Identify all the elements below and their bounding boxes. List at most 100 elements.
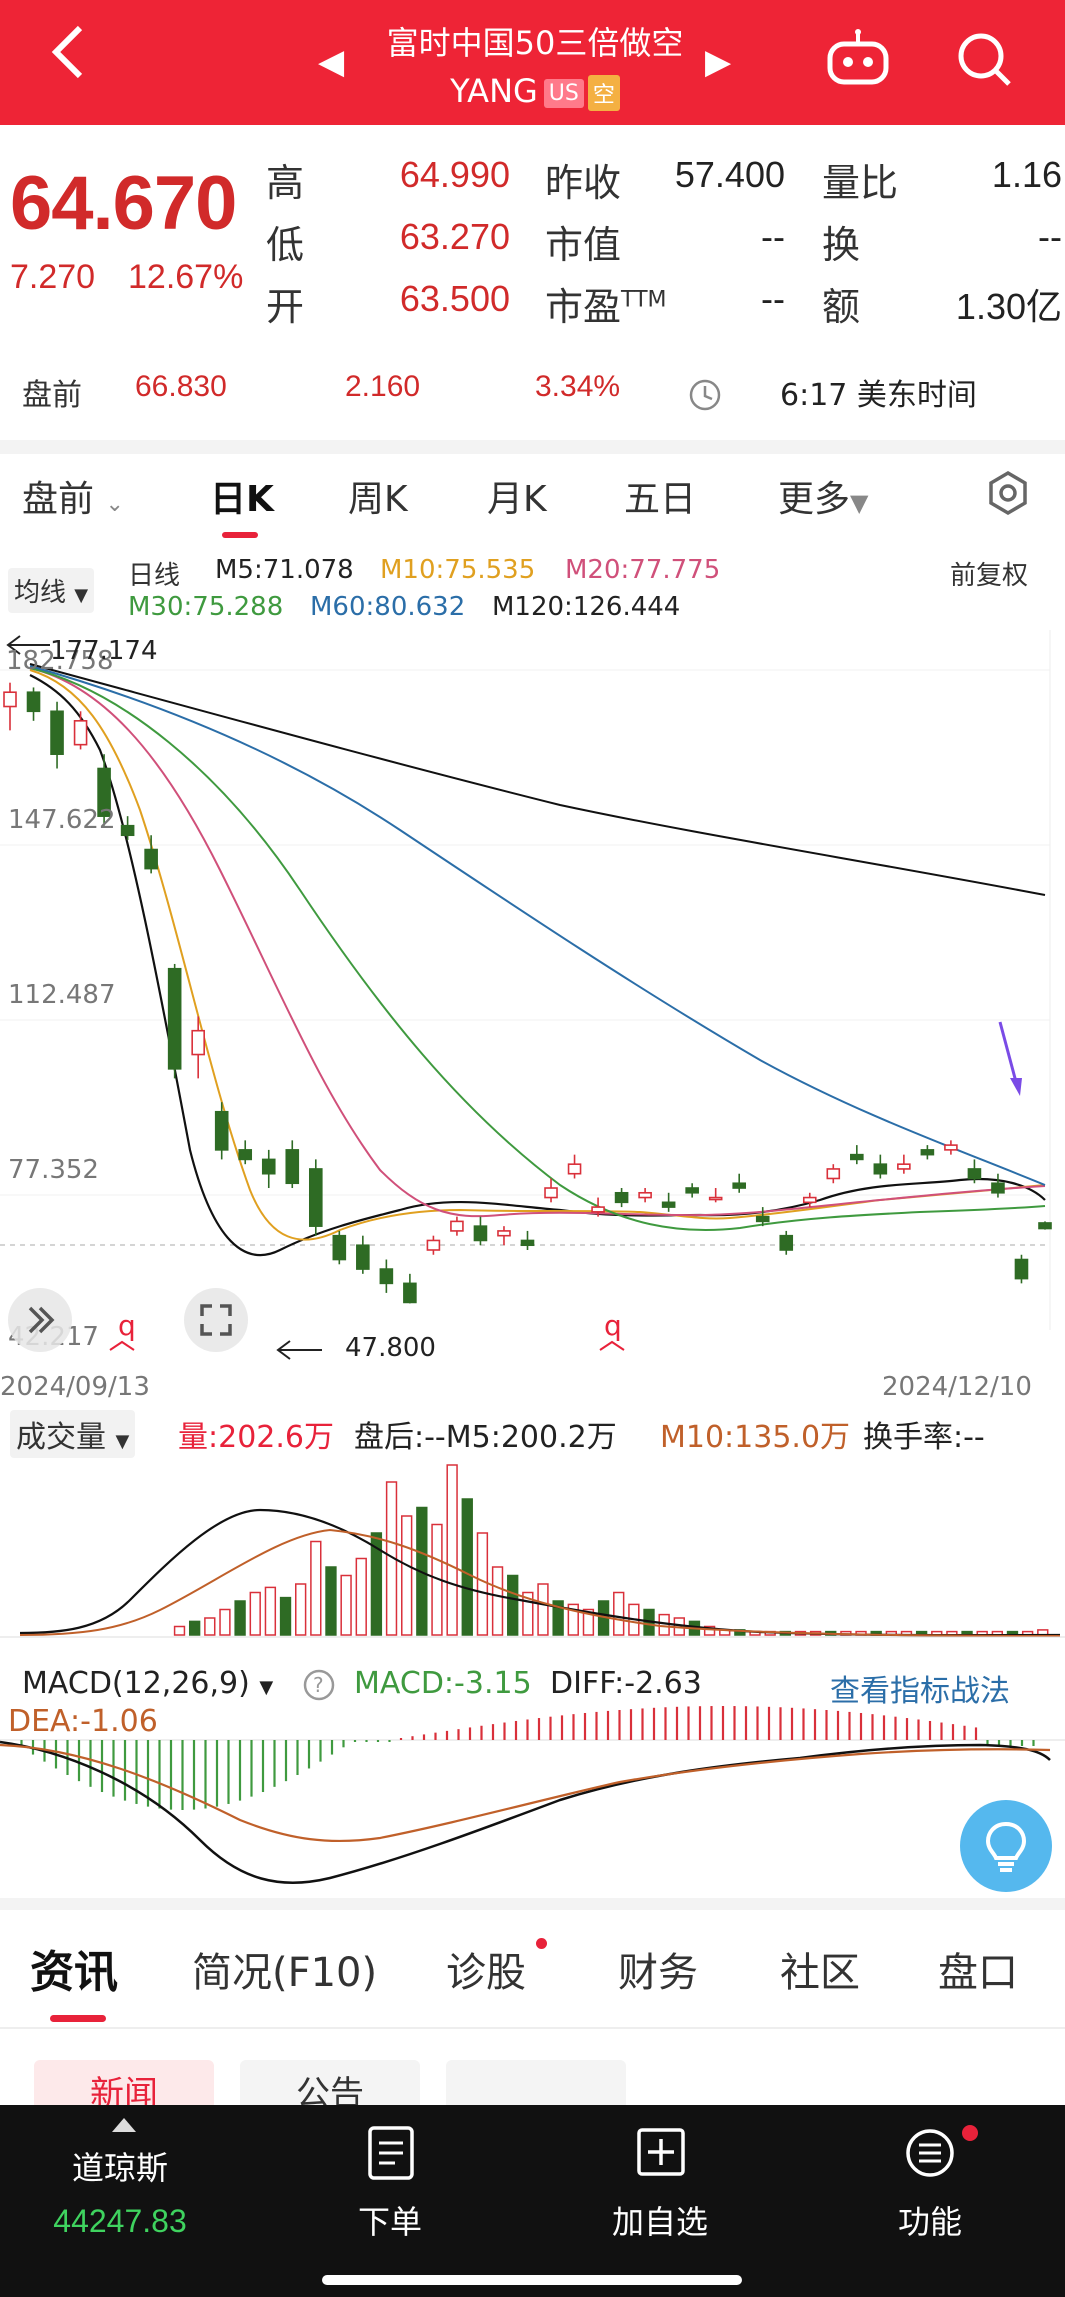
top-bar: ◀ 富时中国50三倍做空 YANG US 空 ▶	[0, 0, 1065, 125]
turnover-value: --	[1038, 216, 1062, 257]
tab-profile[interactable]: 简况(F10)	[192, 1940, 377, 1998]
premarket-change-pct: 3.34%	[535, 370, 621, 403]
candle	[755, 1215, 770, 1223]
tab-week-k[interactable]: 周K	[348, 470, 408, 522]
index-expand-icon[interactable]	[112, 2117, 136, 2136]
vol-ratio-label: 量比	[822, 161, 899, 205]
home-indicator	[322, 2275, 742, 2285]
max-price-marker: 177.174	[50, 636, 158, 666]
volume-bar	[234, 1600, 246, 1636]
robot-icon[interactable]	[826, 28, 890, 92]
function-badge	[962, 2125, 978, 2141]
ma20-value: M20:77.775	[565, 555, 721, 585]
next-stock-icon[interactable]: ▶	[705, 42, 731, 82]
pe-value: --	[761, 278, 785, 319]
candle	[520, 1239, 535, 1247]
section-divider-2	[0, 1898, 1065, 1910]
ma-lines	[29, 663, 1046, 1257]
event-marker-1[interactable]: q	[118, 1309, 136, 1342]
price-change-pct: 12.67%	[128, 258, 244, 296]
add-watchlist-icon[interactable]	[636, 2127, 686, 2181]
candle	[614, 1191, 629, 1204]
candle	[497, 1230, 511, 1237]
volume-bar	[173, 1625, 186, 1636]
lightbulb-icon[interactable]	[960, 1800, 1052, 1892]
tab-premarket[interactable]: 盘前 ⌄	[22, 470, 124, 522]
tab-order-book[interactable]: 盘口	[938, 1940, 1018, 1998]
volume-bar	[491, 1566, 504, 1636]
candle	[850, 1153, 864, 1161]
order-button[interactable]: 下单	[330, 2197, 450, 2243]
y-axis-4: 77.352	[8, 1155, 99, 1185]
stock-name: 富时中国50三倍做空	[386, 24, 684, 62]
ma-type-dropdown[interactable]: 均线 ▼	[8, 568, 95, 613]
order-icon[interactable]	[367, 2125, 415, 2185]
last-price: 64.670	[10, 161, 237, 246]
volume-bar	[476, 1532, 489, 1636]
candle	[50, 710, 64, 755]
prev-close-value: 57.400	[674, 154, 785, 195]
candle	[732, 1182, 747, 1189]
volume-bar	[613, 1591, 625, 1636]
candle	[191, 1029, 205, 1056]
low-label: 低	[266, 223, 305, 267]
candle	[403, 1282, 417, 1304]
volume-chart[interactable]	[0, 1450, 1065, 1640]
tab-day-k[interactable]: 日K	[210, 470, 274, 522]
ma30-line	[29, 667, 1046, 1232]
volume-bar	[204, 1617, 216, 1636]
volume-bars	[173, 1464, 1049, 1636]
open-value: 63.500	[399, 278, 510, 319]
market-badge: US	[543, 78, 584, 108]
candle	[426, 1239, 441, 1251]
function-button[interactable]: 功能	[870, 2197, 990, 2243]
premarket-change: 2.160	[345, 370, 421, 403]
candle	[991, 1182, 1005, 1194]
settings-icon[interactable]	[985, 470, 1031, 520]
fullscreen-icon[interactable]	[184, 1288, 248, 1352]
tab-community[interactable]: 社区	[780, 1940, 860, 1998]
tabs-divider	[0, 2027, 1065, 2029]
ma60-value: M60:80.632	[310, 592, 466, 622]
low-value: 63.270	[399, 216, 510, 257]
volume-bar	[355, 1557, 367, 1636]
search-icon[interactable]	[955, 30, 1015, 94]
turnover-label: 换	[822, 223, 861, 267]
tab-more[interactable]: 更多▼	[778, 470, 868, 522]
tab-news[interactable]: 资讯	[30, 1936, 118, 2000]
tab-five-day[interactable]: 五日	[624, 470, 696, 522]
candle	[897, 1163, 911, 1170]
premarket-time: 6:17 美东时间	[780, 378, 977, 413]
add-watchlist-button[interactable]: 加自选	[590, 2197, 730, 2243]
mkt-cap-value: --	[761, 216, 785, 257]
tab-finance[interactable]: 财务	[618, 1940, 698, 1998]
prev-close-label: 昨收	[545, 161, 622, 205]
event-marker-2[interactable]: q	[604, 1309, 622, 1342]
menu-icon[interactable]	[904, 2127, 956, 2183]
subtab-announcement[interactable]: 公告	[240, 2060, 420, 2114]
macd-chart[interactable]	[0, 1690, 1065, 1890]
tab-diagnosis[interactable]: 诊股	[446, 1940, 526, 1998]
candle	[1014, 1258, 1029, 1280]
candle	[1038, 1222, 1052, 1230]
candle	[26, 691, 41, 713]
volume-bar	[461, 1498, 473, 1636]
kline-chart[interactable]: q q	[0, 630, 1065, 1360]
volume-bar	[219, 1608, 231, 1636]
volume-bar	[507, 1574, 519, 1636]
tab-month-k[interactable]: 月K	[487, 470, 547, 522]
volume-bar	[340, 1574, 352, 1636]
volume-bar	[446, 1464, 458, 1636]
candle	[120, 824, 135, 837]
adjust-mode[interactable]: 前复权	[950, 555, 1028, 592]
index-name[interactable]: 道琼斯	[40, 2143, 200, 2189]
volume-bar	[401, 1515, 413, 1636]
prev-stock-icon[interactable]: ◀	[318, 42, 344, 82]
open-label: 开	[266, 285, 305, 329]
back-icon[interactable]	[48, 22, 88, 93]
subtab-news[interactable]: 新闻	[34, 2060, 214, 2114]
collapse-panel-button[interactable]	[8, 1288, 72, 1352]
volume-bar	[295, 1583, 307, 1636]
volume-bar	[537, 1583, 549, 1636]
subtab-placeholder[interactable]	[446, 2060, 626, 2110]
